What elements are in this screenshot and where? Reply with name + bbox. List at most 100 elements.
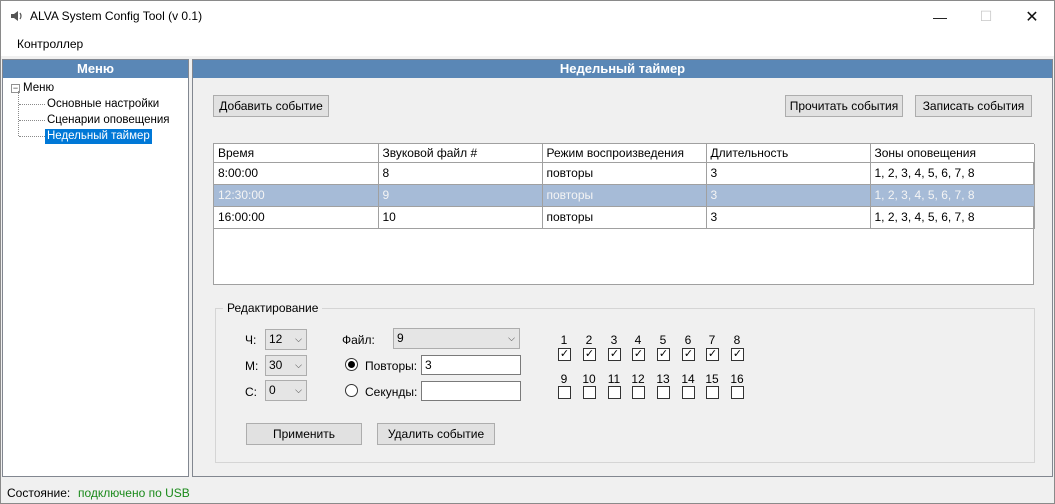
zone-label: 12 (631, 372, 645, 386)
table-cell[interactable]: повторы (542, 184, 707, 207)
speaker-icon (11, 11, 22, 21)
table-cell[interactable]: 9 (378, 184, 543, 207)
hour-label: Ч: (245, 333, 257, 347)
repeats-input[interactable]: 3 (421, 355, 521, 375)
zone-16-checkbox[interactable] (731, 386, 744, 399)
table-cell[interactable]: 1, 2, 3, 4, 5, 6, 7, 8 (870, 162, 1035, 185)
zone-12-checkbox[interactable] (632, 386, 645, 399)
minimize-button[interactable]: — (917, 1, 963, 32)
status-bar: Состояние: подключено по USB (1, 483, 1054, 503)
table-cell[interactable]: 8 (378, 162, 543, 185)
column-header-sound-file[interactable]: Звуковой файл # (378, 144, 543, 163)
minute-value: 30 (269, 358, 283, 372)
zone-2-checkbox[interactable]: ✓ (583, 348, 596, 361)
delete-event-button[interactable]: Удалить событие (377, 423, 495, 445)
sidebar-item-weekly-timer[interactable]: Недельный таймер (45, 129, 152, 144)
sidebar-item-scenarios[interactable]: Сценарии оповещения (45, 113, 171, 128)
status-label: Состояние: (7, 486, 71, 500)
table-cell[interactable]: 1, 2, 3, 4, 5, 6, 7, 8 (870, 184, 1035, 207)
zone-15-checkbox[interactable] (706, 386, 719, 399)
read-events-button[interactable]: Прочитать события (785, 95, 903, 117)
table-cell[interactable]: 8:00:00 (214, 162, 379, 185)
table-cell[interactable]: 1, 2, 3, 4, 5, 6, 7, 8 (870, 206, 1035, 229)
zone-5-checkbox[interactable]: ✓ (657, 348, 670, 361)
zone-13-checkbox[interactable] (657, 386, 670, 399)
zone-11-checkbox[interactable] (608, 386, 621, 399)
column-header-zones[interactable]: Зоны оповещения (870, 144, 1035, 163)
apply-button[interactable]: Применить (246, 423, 362, 445)
table-cell[interactable]: 16:00:00 (214, 206, 379, 229)
table-cell[interactable]: повторы (542, 206, 707, 229)
app-window: ALVA System Config Tool (v 0.1) — ☐ ✕ Ко… (0, 0, 1055, 504)
tree-connector (18, 91, 19, 136)
zone-4-checkbox[interactable]: ✓ (632, 348, 645, 361)
zone-label: 13 (656, 372, 670, 386)
minute-label: М: (245, 359, 259, 373)
table-cell[interactable]: 3 (706, 162, 871, 185)
zone-9-checkbox[interactable] (558, 386, 571, 399)
menu-bar: Контроллер (1, 32, 1054, 56)
file-label: Файл: (342, 333, 375, 347)
edit-group-title: Редактирование (223, 301, 323, 315)
chevron-down-icon: ⌵ (508, 333, 515, 343)
zone-label: 7 (708, 333, 716, 347)
write-events-button[interactable]: Записать события (915, 95, 1032, 117)
zone-8-checkbox[interactable]: ✓ (731, 348, 744, 361)
zone-6-checkbox[interactable]: ✓ (682, 348, 695, 361)
table-row[interactable]: 8:00:00 8 повторы 3 1, 2, 3, 4, 5, 6, 7,… (214, 162, 1035, 185)
tree-connector (19, 104, 45, 105)
chevron-down-icon: ⌵ (295, 334, 302, 344)
title-bar[interactable]: ALVA System Config Tool (v 0.1) — ☐ ✕ (1, 1, 1054, 32)
table-cell[interactable]: 10 (378, 206, 543, 229)
hour-select[interactable]: 12 ⌵ (265, 329, 307, 350)
seconds-input[interactable] (421, 381, 521, 401)
seconds-label: Секунды: (365, 385, 418, 399)
zone-3-checkbox[interactable]: ✓ (608, 348, 621, 361)
add-event-button[interactable]: Добавить событие (213, 95, 329, 117)
zone-label: 5 (659, 333, 667, 347)
tree-root-label: Меню (23, 82, 55, 94)
zone-label: 14 (681, 372, 695, 386)
zone-label: 11 (607, 372, 621, 386)
file-select[interactable]: 9 ⌵ (393, 328, 520, 349)
table-header-row: Время Звуковой файл # Режим воспроизведе… (214, 144, 1035, 163)
minute-select[interactable]: 30 ⌵ (265, 355, 307, 376)
table-row[interactable]: 16:00:00 10 повторы 3 1, 2, 3, 4, 5, 6, … (214, 206, 1035, 229)
zone-label: 8 (733, 333, 741, 347)
second-select[interactable]: 0 ⌵ (265, 380, 307, 401)
zone-label: 9 (560, 372, 568, 386)
zone-7-checkbox[interactable]: ✓ (706, 348, 719, 361)
zone-1-checkbox[interactable]: ✓ (558, 348, 571, 361)
repeats-radio[interactable] (345, 358, 358, 371)
zone-label: 4 (634, 333, 642, 347)
zone-10-checkbox[interactable] (583, 386, 596, 399)
maximize-button[interactable]: ☐ (963, 1, 1009, 32)
zone-label: 2 (585, 333, 593, 347)
status-value: подключено по USB (78, 486, 190, 500)
second-label: С: (245, 385, 257, 399)
events-table: Время Звуковой файл # Режим воспроизведе… (213, 143, 1035, 285)
table-cell[interactable]: 12:30:00 (214, 184, 379, 207)
zone-label: 1 (560, 333, 568, 347)
column-header-play-mode[interactable]: Режим воспроизведения (542, 144, 707, 163)
column-header-duration[interactable]: Длительность (706, 144, 871, 163)
column-header-time[interactable]: Время (214, 144, 379, 163)
table-cell[interactable]: 3 (706, 184, 871, 207)
hour-value: 12 (269, 332, 283, 346)
repeats-label: Повторы: (365, 359, 418, 373)
table-row-selected[interactable]: 12:30:00 9 повторы 3 1, 2, 3, 4, 5, 6, 7… (214, 184, 1035, 207)
zone-label: 16 (730, 372, 744, 386)
second-value: 0 (269, 383, 276, 397)
main-header: Недельный таймер (193, 60, 1052, 78)
zone-14-checkbox[interactable] (682, 386, 695, 399)
sidebar-item-basic-settings[interactable]: Основные настройки (45, 97, 161, 112)
zone-label: 3 (610, 333, 618, 347)
menu-controller[interactable]: Контроллер (17, 37, 83, 51)
seconds-radio[interactable] (345, 384, 358, 397)
tree-connector (19, 120, 45, 121)
sidebar-header: Меню (3, 60, 188, 78)
close-button[interactable]: ✕ (1009, 1, 1055, 32)
file-value: 9 (397, 331, 404, 345)
table-cell[interactable]: повторы (542, 162, 707, 185)
table-cell[interactable]: 3 (706, 206, 871, 229)
